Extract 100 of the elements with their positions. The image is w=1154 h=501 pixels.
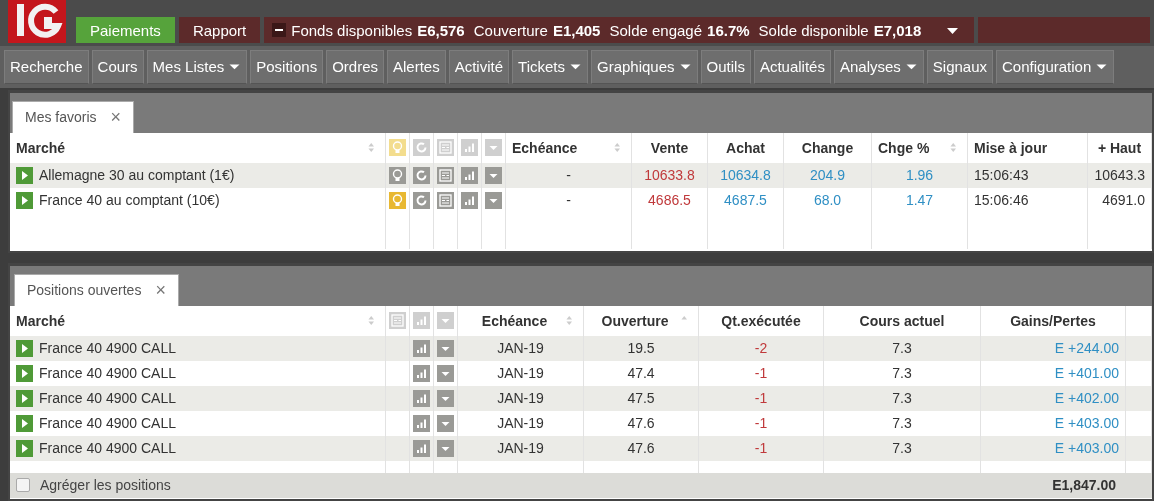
play-icon[interactable]	[16, 339, 33, 357]
play-icon[interactable]	[16, 364, 33, 382]
bulb-icon[interactable]	[389, 166, 406, 184]
account-label: Solde engagé	[609, 21, 703, 39]
account-value: 16.7%	[707, 21, 750, 39]
nav-button[interactable]: Signaux	[926, 49, 994, 84]
quantity: -1	[754, 365, 768, 382]
account-value: E7,018	[873, 21, 922, 39]
play-icon[interactable]	[16, 439, 33, 457]
nav-button[interactable]: Tickets	[512, 49, 588, 84]
news-icon[interactable]	[437, 139, 454, 157]
play-icon[interactable]	[16, 414, 33, 432]
column-title: + Haut	[1097, 139, 1142, 156]
panel-tab[interactable]: Mes favoris ×	[12, 100, 135, 133]
current-price: 7.3	[892, 340, 912, 357]
dropdown-icon[interactable]	[485, 191, 502, 209]
bulb-icon[interactable]	[389, 191, 406, 209]
open-price: 47.6	[627, 415, 655, 432]
bar-chart-icon[interactable]	[461, 139, 478, 157]
dropdown-icon[interactable]	[437, 439, 454, 457]
news-icon[interactable]	[437, 166, 454, 184]
play-icon[interactable]	[16, 389, 33, 407]
checkbox-label: Agréger les positions	[40, 477, 171, 494]
update-time: 15:06:43	[974, 167, 1029, 184]
market-name: France 40 4900 CALL	[39, 390, 176, 407]
expiry-date: JAN-19	[497, 340, 544, 357]
dropdown-icon[interactable]	[437, 389, 454, 407]
market-name: France 40 4900 CALL	[39, 340, 176, 357]
account-value: E6,576	[417, 21, 465, 39]
header-button[interactable]: Rapport	[178, 17, 261, 43]
bar-chart-icon[interactable]	[413, 364, 430, 382]
dropdown-icon[interactable]	[437, 339, 454, 357]
bar-chart-icon[interactable]	[461, 191, 478, 209]
expiry-date: JAN-19	[497, 390, 544, 407]
nav-button[interactable]: Cours	[91, 49, 144, 84]
current-price: 7.3	[892, 365, 912, 382]
buy-price: 10634.8	[720, 167, 771, 184]
dropdown-icon[interactable]	[437, 312, 454, 330]
close-icon[interactable]: ×	[155, 279, 166, 301]
panel-tab[interactable]: Positions ouvertes ×	[14, 273, 179, 306]
play-icon[interactable]	[16, 166, 33, 184]
column-title: Achat	[726, 139, 765, 156]
column-title: Echéance	[512, 139, 578, 156]
dropdown-icon[interactable]	[485, 166, 502, 184]
expiry-date: JAN-19	[497, 415, 544, 432]
bar-chart-icon[interactable]	[413, 389, 430, 407]
nav-button[interactable]: Graphiques	[591, 49, 698, 84]
news-icon[interactable]	[437, 191, 454, 209]
ig-logo	[8, 0, 66, 43]
bar-chart-icon[interactable]	[413, 339, 430, 357]
dropdown-icon[interactable]	[485, 139, 502, 157]
header-button[interactable]: Paiements	[76, 17, 175, 43]
close-icon[interactable]: ×	[110, 106, 122, 128]
market-name: Allemagne 30 au comptant (1€)	[39, 167, 235, 184]
update-time: 15:06:46	[974, 192, 1029, 209]
profit-loss: E +403.00	[1054, 415, 1119, 432]
nav-button[interactable]: Activité	[448, 49, 510, 84]
change-value: 68.0	[813, 192, 842, 209]
expiry-date: JAN-19	[497, 365, 544, 382]
change-percent: 1.96	[905, 167, 934, 184]
high-price: 4691.0	[1102, 192, 1145, 209]
column-title: Marché	[16, 139, 66, 156]
buy-price: 4687.5	[724, 192, 767, 209]
expiry-date: JAN-19	[497, 440, 544, 457]
bar-chart-icon[interactable]	[413, 439, 430, 457]
column-title: Marché	[16, 312, 66, 329]
dropdown-icon[interactable]	[437, 364, 454, 382]
market-row[interactable]: Allemagne 30 au comptant (1€) - 10633.8 10634.8 204.9 1.96 15:06:43 10643.3	[10, 162, 1152, 188]
nav-button[interactable]: Recherche	[4, 49, 89, 84]
bar-chart-icon[interactable]	[413, 414, 430, 432]
tab-label: Positions ouvertes	[27, 282, 142, 299]
dropdown-icon[interactable]	[437, 414, 454, 432]
high-price: 10643.3	[1094, 167, 1145, 184]
bar-chart-icon[interactable]	[461, 166, 478, 184]
sell-price: 4686.5	[648, 192, 691, 209]
news-icon[interactable]	[389, 312, 406, 330]
column-title: Vente	[650, 139, 689, 156]
open-price: 47.6	[627, 440, 655, 457]
profit-loss: E +402.00	[1054, 390, 1119, 407]
account-label: Couverture	[473, 21, 548, 39]
quantity: -2	[754, 340, 768, 357]
current-price: 7.3	[892, 390, 912, 407]
nav-button[interactable]: Analyses	[833, 49, 924, 84]
nav-button[interactable]: Mes Listes	[146, 49, 248, 84]
collapse-icon[interactable]	[272, 23, 287, 37]
play-icon[interactable]	[16, 191, 33, 209]
nav-button[interactable]: Outils	[700, 49, 751, 84]
refresh-icon[interactable]	[413, 139, 430, 157]
refresh-icon[interactable]	[413, 166, 430, 184]
checkbox[interactable]	[16, 478, 30, 493]
nav-button[interactable]: Ordres	[326, 49, 384, 84]
open-price: 19.5	[627, 340, 655, 357]
nav-button[interactable]: Configuration	[996, 49, 1115, 84]
open-price: 47.5	[627, 390, 655, 407]
market-name: France 40 4900 CALL	[39, 415, 176, 432]
refresh-icon[interactable]	[413, 191, 430, 209]
nav-button[interactable]: Alertes	[387, 49, 446, 84]
nav-button[interactable]: Actualités	[753, 49, 831, 84]
nav-button[interactable]: Positions	[250, 49, 324, 84]
bar-chart-icon[interactable]	[413, 312, 430, 330]
